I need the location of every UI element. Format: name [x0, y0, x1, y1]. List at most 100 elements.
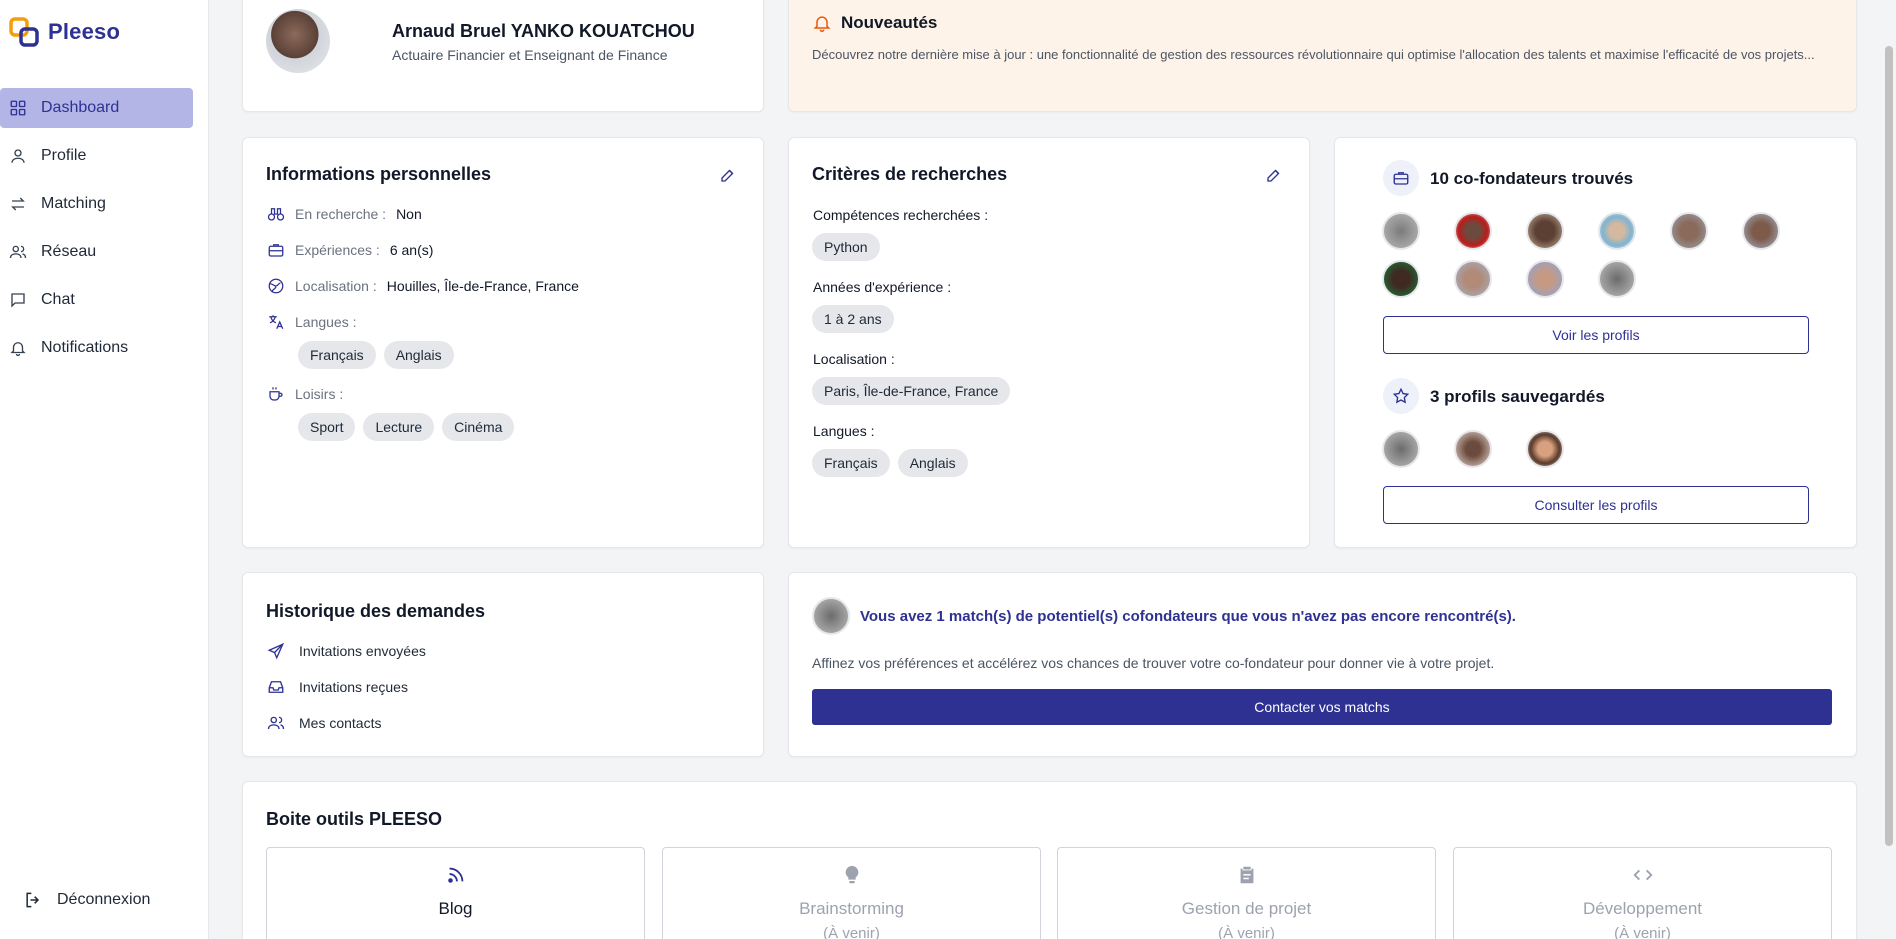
history-item-sent[interactable]: Invitations envoyées [267, 642, 426, 660]
info-label: Langues : [295, 314, 357, 330]
avatar[interactable] [1670, 212, 1708, 250]
send-icon [267, 642, 285, 660]
edit-personal-button[interactable] [719, 166, 739, 186]
sidebar-item-chat[interactable]: Chat [0, 280, 193, 320]
sidebar-item-reseau[interactable]: Réseau [0, 232, 193, 272]
sidebar-item-profile[interactable]: Profile [0, 136, 193, 176]
info-label: Expériences : [295, 242, 380, 258]
years-chips: 1 à 2 ans [812, 305, 902, 333]
tool-title: Brainstorming [799, 899, 904, 918]
cofounders-title: 10 co-fondateurs trouvés [1430, 169, 1634, 188]
tool-project-management[interactable]: Gestion de projet (À venir) [1057, 847, 1436, 939]
avatar[interactable] [1526, 430, 1564, 468]
info-label: Localisation : [295, 278, 377, 294]
avatar[interactable] [1382, 212, 1420, 250]
tool-title: Développement [1582, 899, 1703, 918]
location-chip: Paris, Île-de-France, France [812, 377, 1011, 405]
skills-chips: Python [812, 233, 888, 261]
logout-icon [26, 892, 40, 908]
rss-icon [447, 867, 463, 883]
avatar[interactable] [812, 597, 850, 635]
avatar[interactable] [1526, 212, 1564, 250]
inbox-icon [268, 681, 284, 693]
info-experience: Expériences : 6 an(s) [267, 241, 433, 259]
tool-subtitle: (À venir) [1218, 925, 1275, 939]
star-badge [1383, 378, 1419, 414]
users-icon [267, 716, 285, 730]
sidebar-item-label: Notifications [41, 339, 129, 356]
avatar[interactable] [1382, 430, 1420, 468]
criteria-languages-chips: Français Anglais [812, 449, 976, 477]
avatar[interactable] [1598, 260, 1636, 298]
logout-button[interactable]: Déconnexion [23, 890, 150, 910]
avatar[interactable] [1598, 212, 1636, 250]
info-value: Houilles, Île-de-France, France [386, 278, 579, 294]
translate-icon [269, 315, 284, 330]
hobby-chip: Sport [298, 413, 356, 441]
briefcase-icon [268, 244, 284, 257]
hobby-chip: Cinéma [442, 413, 515, 441]
scrollbar-thumb[interactable] [1885, 46, 1893, 846]
globe-icon [268, 278, 284, 294]
tool-title: Blog [438, 899, 473, 918]
avatar[interactable] [266, 9, 330, 73]
info-value: Non [396, 206, 422, 222]
years-chip: 1 à 2 ans [812, 305, 894, 333]
coffee-icon [269, 387, 283, 401]
bell-icon [10, 342, 26, 357]
sidebar-item-matching[interactable]: Matching [0, 184, 193, 224]
sidebar-item-notifications[interactable]: Notifications [0, 328, 193, 368]
news-title: Nouveautés [841, 13, 938, 32]
saved-title: 3 profils sauvegardés [1430, 387, 1605, 406]
binoculars-icon [267, 208, 285, 221]
avatar[interactable] [1454, 260, 1492, 298]
view-profiles-button[interactable]: Voir les profils [1383, 316, 1809, 354]
sidebar-item-label: Matching [41, 195, 106, 212]
criteria-label: Années d'expérience : [813, 279, 952, 295]
avatar[interactable] [1526, 260, 1564, 298]
sidebar: Pleeso Dashboard Profile Matching Réseau… [0, 0, 209, 939]
edit-criteria-button[interactable] [1265, 166, 1285, 186]
cofounders-card: 10 co-fondateurs trouvés Voir les profil… [1334, 137, 1857, 548]
bell-icon [813, 16, 831, 33]
tool-title: Gestion de projet [1181, 899, 1312, 918]
tool-brainstorming[interactable]: Brainstorming (À venir) [662, 847, 1041, 939]
arrows-exchange-icon [11, 197, 25, 211]
avatar[interactable] [1454, 212, 1492, 250]
saved-avatars [1382, 430, 1564, 468]
history-label: Invitations reçues [299, 679, 408, 695]
info-label: En recherche : [295, 206, 387, 222]
profile-name: Arnaud Bruel YANKO KOUATCHOU [392, 21, 695, 41]
match-headline: Vous avez 1 match(s) de potentiel(s) cof… [860, 608, 1516, 625]
tool-development[interactable]: Développement (À venir) [1453, 847, 1832, 939]
page-scrollbar[interactable] [1882, 0, 1896, 939]
match-text: Affinez vos préférences et accélérez vos… [812, 655, 1495, 671]
history-label: Mes contacts [299, 715, 382, 731]
brand[interactable]: Pleeso [8, 16, 120, 48]
grid-icon [10, 100, 26, 116]
info-hobbies: Loisirs : [267, 385, 343, 403]
users-icon [9, 245, 27, 259]
logout-label: Déconnexion [57, 891, 151, 908]
profile-title: Actuaire Financier et Enseignant de Fina… [392, 47, 668, 63]
criteria-label: Localisation : [813, 351, 895, 367]
history-item-received[interactable]: Invitations reçues [267, 678, 408, 696]
briefcase-icon [1393, 172, 1409, 185]
tool-subtitle: (À venir) [1614, 925, 1671, 939]
avatar[interactable] [1382, 260, 1420, 298]
language-chip: Français [298, 341, 376, 369]
sidebar-item-dashboard[interactable]: Dashboard [0, 88, 193, 128]
tool-blog[interactable]: Blog [266, 847, 645, 939]
history-item-contacts[interactable]: Mes contacts [267, 714, 381, 732]
criteria-label: Compétences recherchées : [813, 207, 989, 223]
sidebar-item-label: Profile [41, 147, 87, 164]
consult-profiles-button[interactable]: Consulter les profils [1383, 486, 1809, 524]
history-label: Invitations envoyées [299, 643, 426, 659]
edit-icon [721, 169, 734, 182]
avatar[interactable] [1742, 212, 1780, 250]
criteria-label: Langues : [813, 423, 875, 439]
contact-matches-button[interactable]: Contacter vos matchs [812, 689, 1832, 725]
card-title: Critères de recherches [812, 164, 1008, 184]
sidebar-item-label: Réseau [41, 243, 97, 260]
avatar[interactable] [1454, 430, 1492, 468]
